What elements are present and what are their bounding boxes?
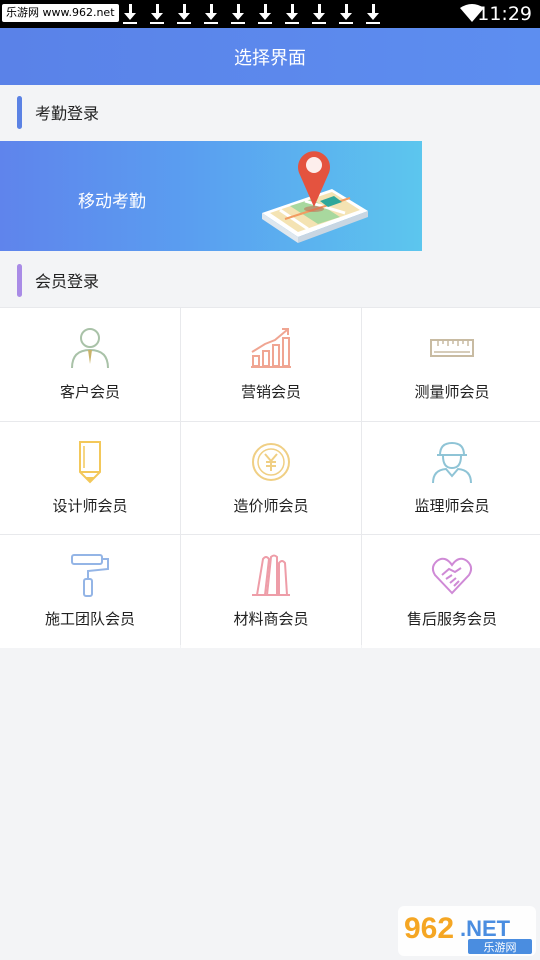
attendance-section-title: 考勤登录 xyxy=(35,104,100,123)
download-icon xyxy=(338,3,354,25)
watermark-subtitle: 乐游网 xyxy=(484,941,517,954)
section-accent-bar xyxy=(17,263,22,297)
member-label: 设计师会员 xyxy=(52,497,128,515)
customer-icon xyxy=(71,328,109,369)
member-label: 营销会员 xyxy=(240,383,301,401)
app-header: 选择界面 xyxy=(0,28,540,85)
clock: 11:29 xyxy=(477,3,532,25)
download-icon xyxy=(203,3,219,25)
member-section-header: 会员登录 xyxy=(0,253,540,307)
status-bar: 乐游网 www.962.net 11:29 xyxy=(0,0,540,28)
member-label: 施工团队会员 xyxy=(44,610,135,628)
member-designer[interactable]: 设计师会员 xyxy=(0,422,180,534)
download-icon xyxy=(257,3,273,25)
heart-handshake-icon xyxy=(431,557,473,595)
material-rolls-icon xyxy=(252,554,290,596)
hardhat-worker-icon xyxy=(432,441,472,484)
section-accent-bar xyxy=(17,95,22,129)
member-grid: 客户会员 营销会员 测量师会员 设计师会员 造价师会员 监理师会员 施工团队会员… xyxy=(0,307,540,648)
member-after-sales[interactable]: 售后服务会员 xyxy=(362,535,540,648)
watermark-suffix: .NET xyxy=(460,916,511,941)
member-construction-team[interactable]: 施工团队会员 xyxy=(0,535,180,648)
member-supervisor[interactable]: 监理师会员 xyxy=(362,422,540,534)
download-icon xyxy=(122,3,138,25)
member-surveyor[interactable]: 测量师会员 xyxy=(362,308,540,421)
watermark-brand: 962 xyxy=(404,912,454,945)
member-marketing[interactable]: 营销会员 xyxy=(181,308,361,421)
ruler-icon xyxy=(430,339,474,357)
mobile-attendance-banner[interactable]: 移动考勤 xyxy=(0,141,422,251)
member-customer[interactable]: 客户会员 xyxy=(0,308,180,421)
member-label: 售后服务会员 xyxy=(406,610,497,628)
member-materials-supplier[interactable]: 材料商会员 xyxy=(181,535,361,648)
member-section-title: 会员登录 xyxy=(35,272,100,291)
member-label: 客户会员 xyxy=(59,383,120,401)
member-label: 材料商会员 xyxy=(233,610,309,628)
attendance-section-header: 考勤登录 xyxy=(0,85,540,139)
member-cost-engineer[interactable]: 造价师会员 xyxy=(181,422,361,534)
download-icon xyxy=(365,3,381,25)
download-icon xyxy=(311,3,327,25)
pencil-icon xyxy=(79,441,101,484)
download-notifications xyxy=(122,3,381,25)
download-icon xyxy=(149,3,165,25)
download-icon xyxy=(284,3,300,25)
download-icon xyxy=(176,3,192,25)
yuan-coin-icon xyxy=(252,443,290,481)
962-net-watermark: 962 .NET 乐游网 xyxy=(398,906,536,956)
member-label: 测量师会员 xyxy=(414,383,490,401)
map-pin-phone-icon xyxy=(262,151,368,243)
page-title: 选择界面 xyxy=(234,47,306,69)
member-label: 造价师会员 xyxy=(233,497,309,515)
paint-roller-icon xyxy=(71,554,109,597)
member-label: 监理师会员 xyxy=(414,497,490,515)
download-icon xyxy=(230,3,246,25)
site-badge: 乐游网 www.962.net xyxy=(2,4,119,22)
growth-chart-icon xyxy=(251,328,291,368)
banner-label: 移动考勤 xyxy=(78,192,146,212)
